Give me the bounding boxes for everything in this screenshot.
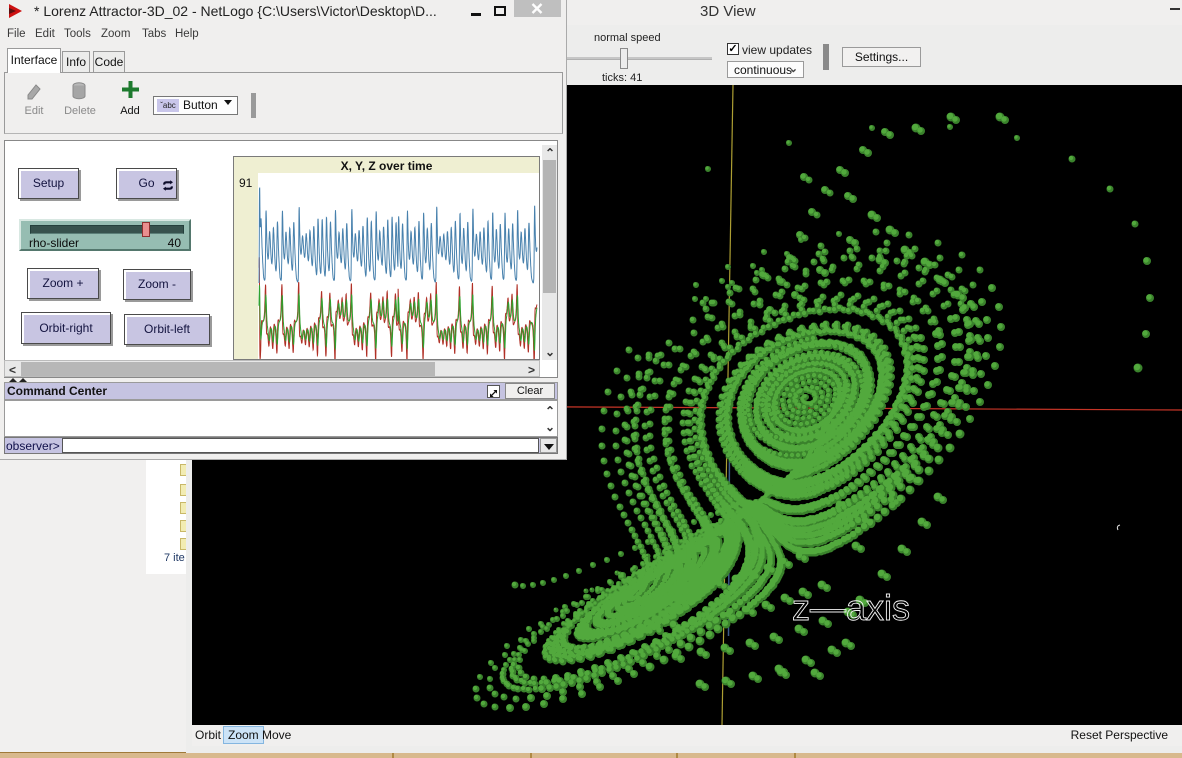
svg-text:z—axis: z—axis — [792, 587, 910, 628]
